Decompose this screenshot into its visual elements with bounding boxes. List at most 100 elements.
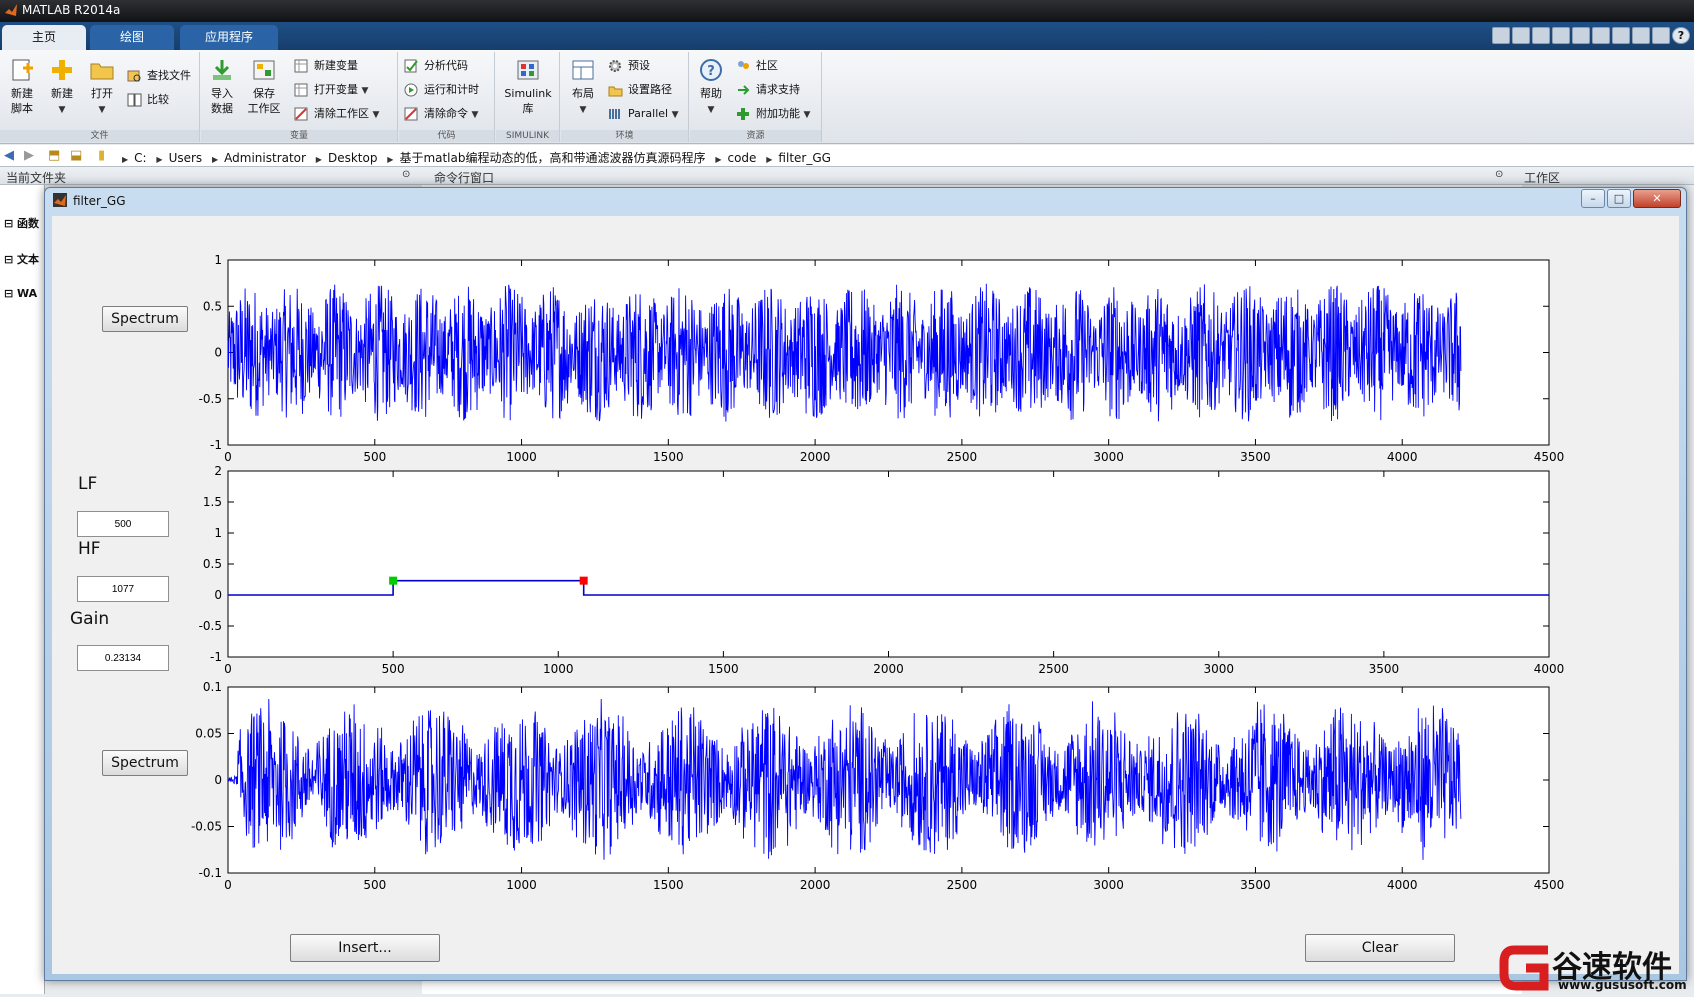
- set-path-button[interactable]: 设置路径: [608, 80, 672, 100]
- community-button[interactable]: 社区: [736, 56, 778, 76]
- group-label: 文件: [0, 130, 199, 142]
- layout-label: 布局: [572, 87, 594, 100]
- current-folder-title: 当前文件夹: [6, 171, 67, 185]
- y-tick-label: 0.1: [203, 680, 222, 694]
- help-button[interactable]: ? 帮助 ▼: [690, 54, 732, 118]
- new-plus-icon: [52, 60, 72, 80]
- cut-icon[interactable]: [1532, 27, 1550, 44]
- y-tick-label: 0: [214, 588, 222, 602]
- chevron-down-icon: ▼: [671, 110, 679, 120]
- add-ons-button[interactable]: 附加功能 ▼: [736, 104, 810, 124]
- environment-group: 布局 ▼ 预设 设置路径 Parallel ▼ 环境: [561, 52, 689, 142]
- command-window-title: 命令行窗口: [434, 171, 495, 185]
- x-tick-label: 3500: [1369, 662, 1400, 676]
- clear-workspace-button[interactable]: 清除工作区 ▼: [294, 104, 379, 124]
- run-and-time-button[interactable]: 运行和计时: [404, 80, 479, 100]
- compare-button[interactable]: 比较: [127, 90, 169, 110]
- copy-icon[interactable]: [1552, 27, 1570, 44]
- import-label: 导入 数据: [211, 87, 233, 115]
- open-variable-button[interactable]: 打开变量 ▼: [294, 80, 368, 100]
- analyze-code-button[interactable]: 分析代码: [404, 56, 468, 76]
- find-files-button[interactable]: 查找文件: [127, 66, 191, 86]
- new-script-button[interactable]: 新建 脚本: [1, 54, 43, 116]
- clear-commands-icon: [404, 107, 418, 121]
- list-item[interactable]: ⊟ 文本: [4, 251, 39, 267]
- parallel-icon: [609, 109, 620, 119]
- help-icon[interactable]: ?: [1672, 27, 1690, 44]
- x-tick-label: 500: [382, 662, 405, 676]
- tab-apps[interactable]: 应用程序: [180, 25, 278, 50]
- x-tick-label: 1000: [506, 878, 537, 892]
- add-ons-icon: [737, 108, 749, 120]
- new-button[interactable]: 新建 ▼: [41, 54, 83, 118]
- run-time-icon: [404, 83, 418, 97]
- list-item[interactable]: ⊟ WA: [4, 287, 37, 300]
- breadcrumb-item[interactable]: Administrator: [224, 151, 306, 165]
- save-icon[interactable]: [1512, 27, 1530, 44]
- breadcrumb-item[interactable]: code: [727, 151, 756, 165]
- up-folder-icon[interactable]: ⬒: [48, 148, 60, 163]
- open-variable-label: 打开变量: [314, 83, 358, 96]
- breadcrumb-item[interactable]: filter_GG: [778, 151, 831, 165]
- chevron-down-icon[interactable]: ⊙: [402, 169, 410, 180]
- chevron-right-icon: ▶: [766, 155, 773, 164]
- breadcrumb-item[interactable]: 基于matlab编程动态的低，高和带通滤波器仿真源码程序: [399, 151, 705, 165]
- layout-button[interactable]: 布局 ▼: [562, 54, 604, 118]
- chevron-right-icon: ▶: [122, 155, 129, 164]
- switch-window-icon[interactable]: [1632, 27, 1650, 44]
- tab-home[interactable]: 主页: [2, 25, 86, 50]
- import-data-button[interactable]: 导入 数据: [201, 54, 243, 116]
- x-tick-label: 2000: [800, 450, 831, 464]
- help-icon: ?: [700, 59, 722, 81]
- x-tick-label: 1000: [506, 450, 537, 464]
- minimize-icon[interactable]: –: [1581, 189, 1605, 208]
- back-arrow-icon[interactable]: ◀: [4, 148, 14, 163]
- clear-workspace-label: 清除工作区: [314, 107, 369, 120]
- chevron-right-icon: ▶: [387, 155, 394, 164]
- simulink-library-button[interactable]: Simulink 库: [502, 54, 554, 116]
- insert-button[interactable]: Insert...: [290, 934, 440, 962]
- group-label: 变量: [201, 130, 397, 142]
- save-workspace-button[interactable]: 保存 工作区: [243, 54, 285, 116]
- new-script-label: 新建 脚本: [11, 87, 33, 115]
- close-icon[interactable]: ✕: [1633, 189, 1681, 208]
- breadcrumb-item[interactable]: Users: [169, 151, 203, 165]
- x-tick-label: 4000: [1534, 662, 1565, 676]
- x-tick-label: 4000: [1387, 450, 1418, 464]
- clear-button[interactable]: Clear: [1305, 934, 1455, 962]
- group-label: SIMULINK: [496, 130, 559, 142]
- chevron-right-icon: ▶: [212, 155, 219, 164]
- forward-arrow-icon[interactable]: ▶: [24, 148, 34, 163]
- shortcut-icon[interactable]: [1492, 27, 1510, 44]
- x-tick-label: 3000: [1203, 662, 1234, 676]
- new-variable-button[interactable]: 新建变量: [294, 56, 358, 76]
- y-tick-label: 0: [214, 346, 222, 360]
- x-tick-label: 3000: [1093, 450, 1124, 464]
- undo-icon[interactable]: [1592, 27, 1610, 44]
- parallel-button[interactable]: Parallel ▼: [608, 104, 679, 124]
- breadcrumb-item[interactable]: C:: [134, 151, 146, 165]
- axes-frame: [227, 470, 1550, 658]
- list-item-label: 文本: [17, 253, 40, 266]
- chevron-right-icon: ▶: [315, 155, 322, 164]
- open-button[interactable]: 打开 ▼: [81, 54, 123, 118]
- browse-folder-icon[interactable]: ⬓: [70, 148, 82, 163]
- maximize-icon[interactable]: □: [1607, 189, 1631, 208]
- parallel-label: Parallel: [628, 107, 669, 120]
- paste-icon[interactable]: [1572, 27, 1590, 44]
- chevron-right-icon: ▶: [715, 155, 722, 164]
- panel-headers: 当前文件夹 ⊙ 命令行窗口 ⊙ 工作区: [0, 167, 1694, 185]
- y-tick-label: -0.1: [199, 866, 222, 880]
- clear-commands-button[interactable]: 清除命令 ▼: [404, 104, 478, 124]
- new-variable-label: 新建变量: [314, 59, 358, 72]
- dock-icon[interactable]: [1652, 27, 1670, 44]
- list-item[interactable]: ⊟ 函数: [4, 215, 39, 231]
- x-tick-label: 2500: [1038, 662, 1069, 676]
- redo-icon[interactable]: [1612, 27, 1630, 44]
- breadcrumb-item[interactable]: Desktop: [328, 151, 378, 165]
- preferences-button[interactable]: 预设: [608, 56, 650, 76]
- chevron-down-icon[interactable]: ⊙: [1495, 169, 1503, 180]
- tab-plots[interactable]: 绘图: [90, 25, 174, 50]
- request-support-button[interactable]: 请求支持: [736, 80, 800, 100]
- cutoff-marker: [389, 576, 398, 585]
